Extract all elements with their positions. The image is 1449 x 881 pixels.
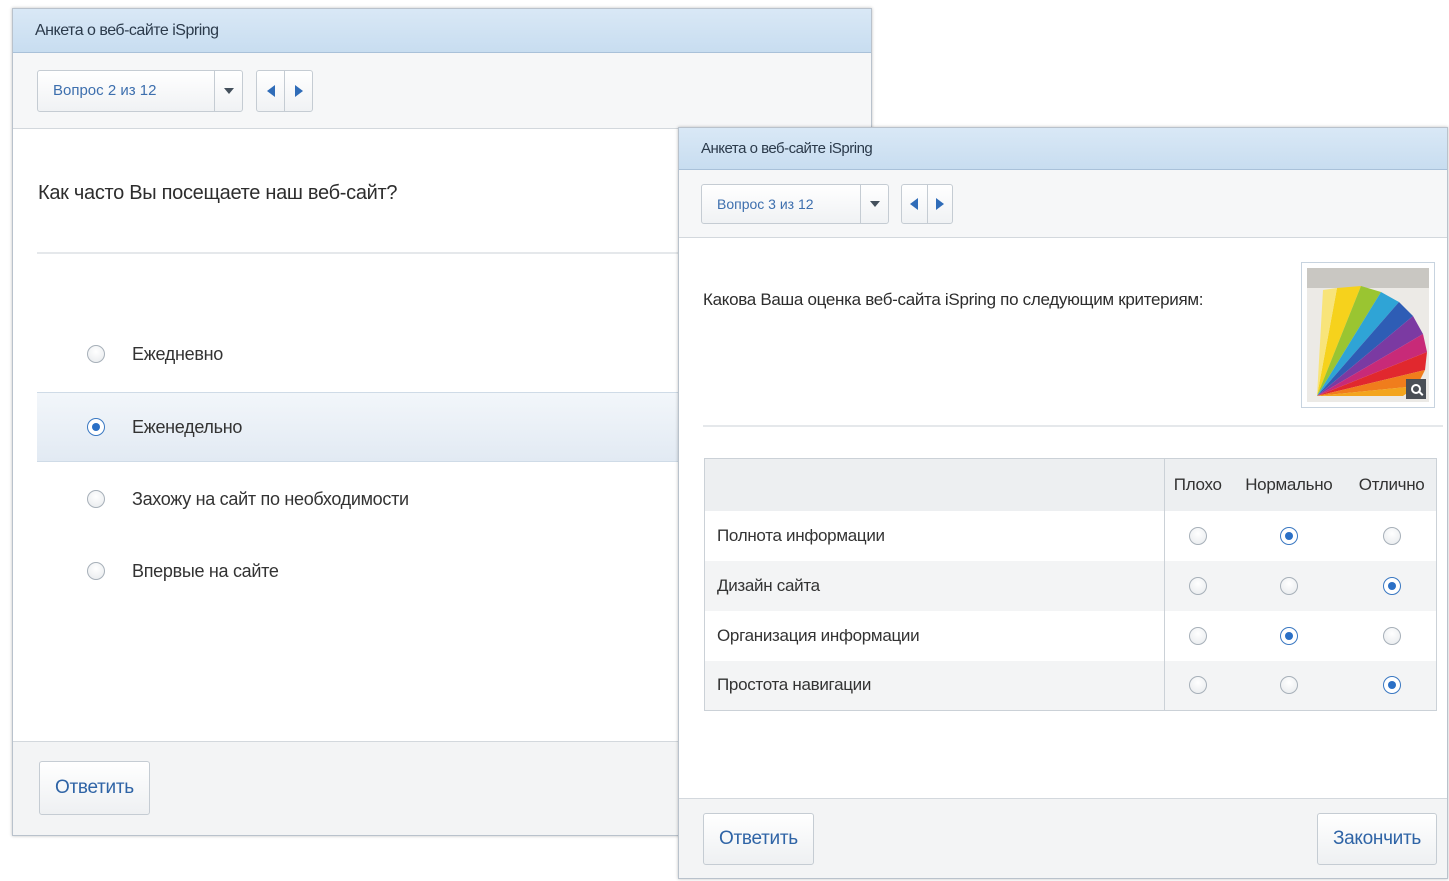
rating-matrix: Плохо Нормально Отлично Полнота информац… bbox=[704, 458, 1437, 711]
radio-button[interactable] bbox=[87, 490, 105, 508]
radio-button[interactable] bbox=[1279, 576, 1298, 595]
question-image[interactable] bbox=[1301, 262, 1435, 408]
radio-button[interactable] bbox=[1382, 676, 1401, 695]
column-header-excellent: Отлично bbox=[1347, 458, 1437, 511]
survey-window-question-3: Анкета о веб-сайте iSpring Вопрос 3 из 1… bbox=[678, 127, 1448, 879]
question-navbar: Вопрос 3 из 12 bbox=[679, 170, 1447, 238]
question-selector-value: Вопрос 2 из 12 bbox=[53, 82, 157, 99]
matrix-cell bbox=[1230, 660, 1348, 711]
submit-button[interactable]: Ответить bbox=[703, 813, 814, 865]
matrix-cell bbox=[1347, 560, 1437, 611]
matrix-cell bbox=[1347, 511, 1436, 561]
radio-button[interactable] bbox=[1188, 576, 1207, 595]
matrix-corner bbox=[704, 458, 1165, 511]
criterion-label: Полнота информации bbox=[704, 510, 1165, 561]
radio-button[interactable] bbox=[1279, 676, 1298, 695]
answer-option-label: Ежедневно bbox=[132, 343, 223, 364]
matrix-cell bbox=[1230, 611, 1347, 661]
radio-button[interactable] bbox=[1279, 626, 1298, 645]
question-navbar: Вопрос 2 из 12 bbox=[13, 53, 871, 129]
column-header-bad: Плохо bbox=[1164, 458, 1231, 511]
chevron-down-icon[interactable] bbox=[214, 71, 242, 111]
matrix-row: Дизайн сайта bbox=[704, 560, 1437, 611]
radio-button[interactable] bbox=[1382, 626, 1401, 645]
matrix-row: Простота навигации bbox=[704, 660, 1437, 711]
finish-button[interactable]: Закончить bbox=[1316, 813, 1437, 865]
arrow-left-icon[interactable] bbox=[257, 71, 285, 111]
matrix-row: Полнота информации bbox=[704, 510, 1437, 561]
criterion-label: Дизайн сайта bbox=[704, 560, 1165, 611]
radio-button[interactable] bbox=[87, 418, 105, 436]
answer-option-label: Захожу на сайт по необходимости bbox=[132, 488, 409, 509]
radio-button[interactable] bbox=[1188, 626, 1207, 645]
radio-button[interactable] bbox=[1279, 526, 1298, 545]
column-header-normal: Нормально bbox=[1230, 458, 1348, 511]
radio-button[interactable] bbox=[1188, 676, 1207, 695]
radio-button[interactable] bbox=[1188, 526, 1207, 545]
question-text: Какова Ваша оценка веб-сайта iSpring по … bbox=[703, 290, 1204, 309]
arrow-left-icon[interactable] bbox=[902, 185, 928, 223]
question-text: Как часто Вы посещаете наш веб-сайт? bbox=[38, 182, 398, 204]
divider bbox=[703, 425, 1443, 427]
question-selector-value: Вопрос 3 из 12 bbox=[717, 196, 814, 212]
magnifier-icon[interactable] bbox=[1406, 379, 1426, 399]
question-selector[interactable]: Вопрос 3 из 12 bbox=[701, 184, 889, 224]
matrix-header-row: Плохо Нормально Отлично bbox=[704, 458, 1437, 511]
matrix-cell bbox=[1347, 611, 1436, 661]
matrix-row: Организация информации bbox=[704, 610, 1437, 661]
criterion-label: Организация информации bbox=[704, 610, 1165, 661]
matrix-cell bbox=[1164, 560, 1231, 611]
matrix-cell bbox=[1165, 611, 1231, 661]
radio-button[interactable] bbox=[1382, 526, 1401, 545]
window-title: Анкета о веб-сайте iSpring bbox=[13, 9, 871, 53]
question-pager bbox=[901, 184, 953, 224]
answer-option-label: Впервые на сайте bbox=[132, 560, 279, 581]
question-selector[interactable]: Вопрос 2 из 12 bbox=[37, 70, 243, 112]
radio-button[interactable] bbox=[87, 345, 105, 363]
arrow-right-icon[interactable] bbox=[928, 185, 953, 223]
color-swatch-fan-image bbox=[1307, 268, 1429, 402]
radio-button[interactable] bbox=[87, 562, 105, 580]
matrix-cell bbox=[1165, 511, 1231, 561]
matrix-cell bbox=[1164, 660, 1231, 711]
matrix-cell bbox=[1230, 560, 1348, 611]
submit-button[interactable]: Ответить bbox=[39, 761, 150, 815]
question-pager bbox=[256, 70, 313, 112]
arrow-right-icon[interactable] bbox=[285, 71, 312, 111]
chevron-down-icon[interactable] bbox=[860, 185, 888, 223]
window-title: Анкета о веб-сайте iSpring bbox=[679, 128, 1447, 170]
radio-button[interactable] bbox=[1382, 576, 1401, 595]
answer-option-label: Еженедельно bbox=[132, 416, 243, 437]
window-footer: Ответить Закончить bbox=[679, 798, 1447, 878]
criterion-label: Простота навигации bbox=[704, 660, 1165, 711]
matrix-cell bbox=[1230, 511, 1347, 561]
matrix-cell bbox=[1347, 660, 1437, 711]
